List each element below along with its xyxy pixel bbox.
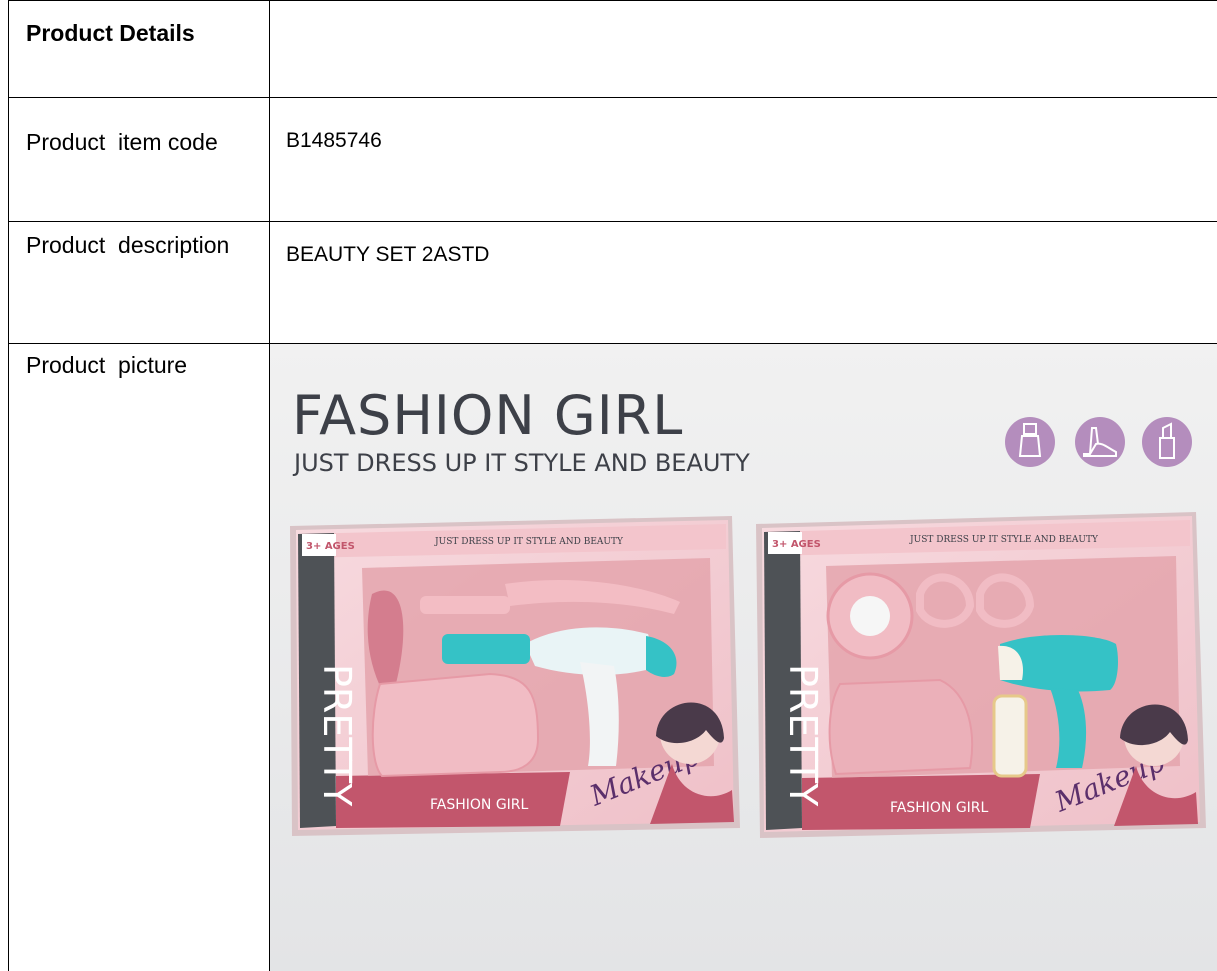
table-top-border	[8, 0, 1217, 1]
item-code-label: Product item code	[26, 129, 218, 155]
nail-polish-icon	[1005, 417, 1055, 467]
right-box-bottom-text: FASHION GIRL	[890, 800, 989, 816]
right-box-side-text: PRETTY	[781, 664, 825, 807]
right-box-top-text: JUST DRESS UP IT STYLE AND BEAUTY	[909, 535, 1099, 545]
product-photo: FASHION GIRL JUST DRESS UP IT STYLE AND …	[270, 344, 1217, 971]
picture-label: Product picture	[26, 352, 188, 378]
left-product-box: 3+ AGES JUST DRESS UP IT STYLE AND BEAUT…	[290, 516, 740, 836]
left-box-bottom-text: FASHION GIRL	[430, 797, 529, 813]
product-details-sheet: Product Details Product item code Produc…	[0, 0, 1217, 971]
table-left-border	[8, 0, 9, 971]
row-divider-2	[8, 221, 1217, 222]
lipstick-icon	[1142, 417, 1192, 467]
description-value: BEAUTY SET 2ASTD	[286, 243, 490, 266]
headline-text: FASHION GIRL	[292, 384, 683, 447]
row-divider-1	[8, 97, 1217, 98]
left-box-top-text: JUST DRESS UP IT STYLE AND BEAUTY	[434, 537, 624, 547]
right-product-box: 3+ AGES JUST DRESS UP IT STYLE AND BEAUT…	[756, 512, 1206, 838]
left-box-age: 3+ AGES	[306, 541, 355, 552]
description-label: Product description	[26, 232, 230, 258]
table-header-label: Product Details	[26, 20, 195, 46]
item-code-value: B1485746	[286, 129, 382, 152]
right-box-age: 3+ AGES	[772, 539, 821, 550]
left-box-side-text: PRETTY	[315, 664, 359, 807]
high-heel-icon	[1075, 417, 1125, 467]
tagline-text: JUST DRESS UP IT STYLE AND BEAUTY	[292, 449, 750, 477]
